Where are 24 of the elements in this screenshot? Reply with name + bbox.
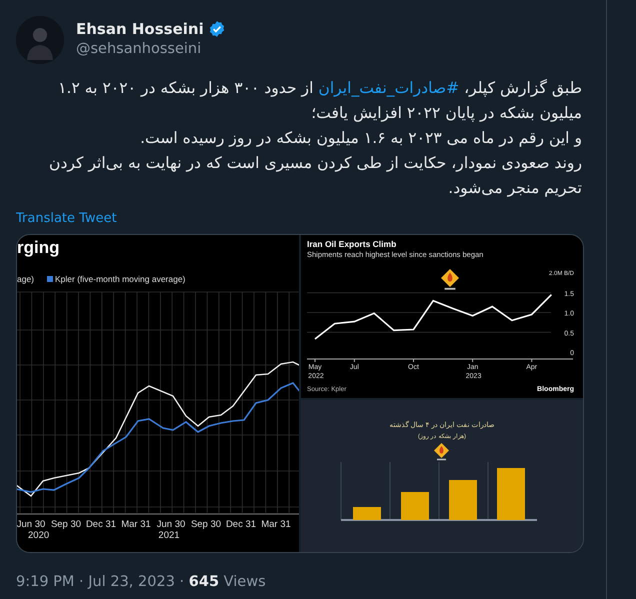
tweet-text: طبق گزارش کپلر، #صادرات_نفت_ایران از حدود ۳۰۰ هزار بشکه در ۲۰۲۰ به ۱.۲ میلیون بشکه در پایان ۲۰۲۲ افزایش یافت؛ bbox=[57, 78, 582, 124]
tweet-text: روند صعودی نمودار، حکایت از طی کردن مسیری است که در نهایت به بی‌اثر کردن تحریم منجر می‌شود. bbox=[48, 153, 582, 199]
axis-label: Sep 30 bbox=[50, 519, 82, 530]
chart-title: Iran Oil Exports Climb bbox=[307, 239, 396, 249]
axis-label: 2020 bbox=[28, 530, 50, 541]
axis-label: Mar 31 bbox=[121, 519, 151, 530]
hashtag-link[interactable]: #صادرات_نفت_ایران bbox=[318, 79, 460, 97]
author-name[interactable]: Ehsan Hosseini bbox=[76, 20, 204, 38]
axis-label: Dec 31 bbox=[86, 519, 116, 530]
axis-label: Dec 31 bbox=[226, 519, 256, 530]
axis-label: Jun 30 bbox=[17, 519, 46, 530]
axis-label: Mar 31 bbox=[261, 519, 291, 530]
tweet-meta: 9:19 PM · Jul 23, 2023 · 645 Views bbox=[16, 574, 266, 590]
author-handle[interactable]: @sehsanhosseini bbox=[76, 41, 226, 57]
axis-label: Jun 30 bbox=[156, 519, 186, 530]
translate-link[interactable]: Translate Tweet bbox=[16, 211, 117, 226]
axis-label: 2021 bbox=[158, 530, 180, 541]
tweet-text: و این رقم در ماه می ۲۰۲۳ به ۱.۶ میلیون بشکه در روز رسیده است. bbox=[139, 128, 582, 149]
flame-logo-icon bbox=[441, 269, 459, 290]
flame-logo-icon bbox=[434, 443, 449, 460]
legend-label: age) bbox=[17, 274, 34, 284]
chart-title: rging bbox=[17, 238, 60, 257]
legend-label: Kpler (five-month moving average) bbox=[55, 274, 186, 284]
axis-label: Sep 30 bbox=[190, 519, 222, 530]
